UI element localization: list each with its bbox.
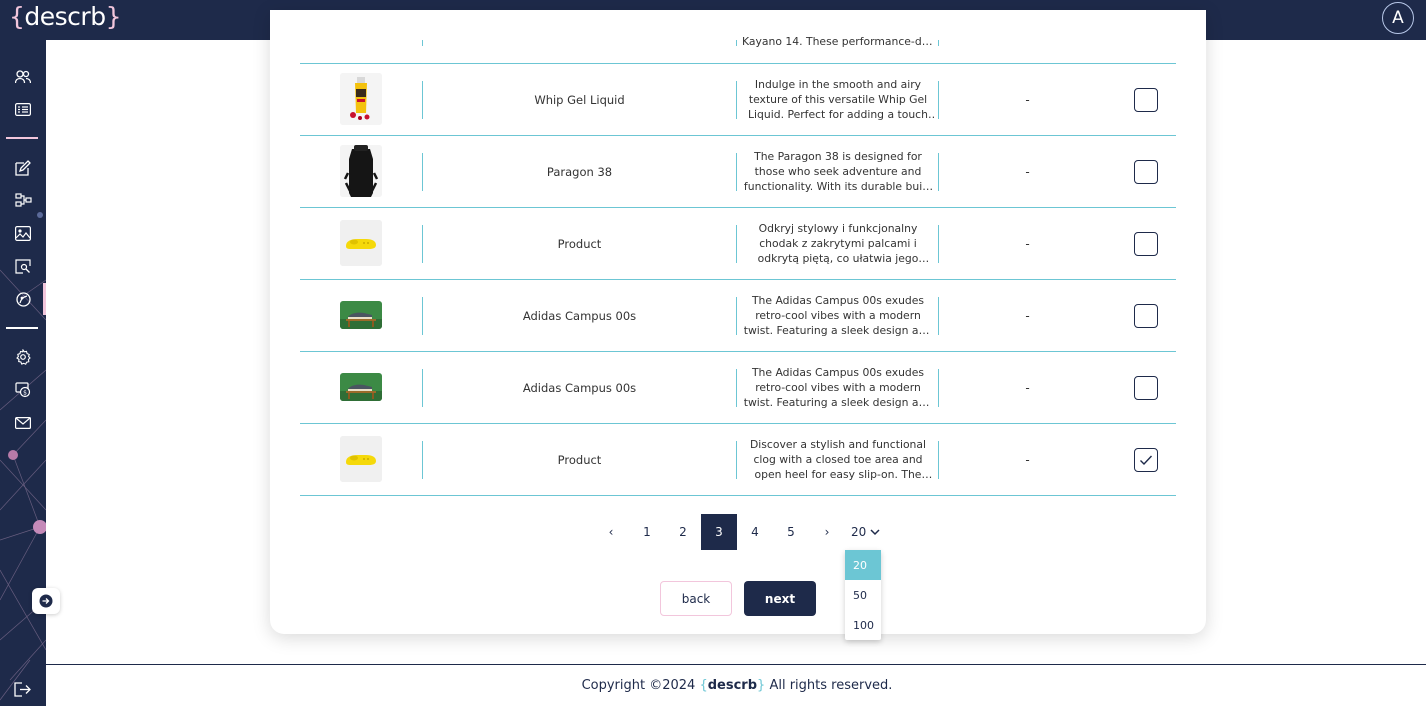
row-checkbox-checked[interactable]	[1134, 448, 1158, 472]
image-icon[interactable]	[12, 222, 34, 244]
product-status: -	[1025, 237, 1030, 251]
product-status: -	[1025, 453, 1030, 467]
page-size-option[interactable]: 20	[845, 550, 881, 580]
svg-text:$: $	[23, 390, 27, 397]
chevron-down-icon	[870, 528, 880, 535]
row-checkbox[interactable]	[1134, 88, 1158, 112]
prev-page-button[interactable]: ‹	[593, 514, 629, 550]
page-size-select[interactable]: 20	[851, 525, 880, 539]
page-button-current[interactable]: 3	[701, 514, 737, 550]
product-thumbnail	[340, 145, 382, 197]
row-checkbox[interactable]	[1134, 160, 1158, 184]
sidebar-active-indicator	[43, 283, 46, 315]
product-description: The Adidas Campus 00s exudes retro-cool …	[743, 294, 933, 337]
page-button[interactable]: 4	[737, 514, 773, 550]
product-description: Odkryj stylowy i funkcjonalny chodak z z…	[757, 222, 919, 265]
product-name: Whip Gel Liquid	[534, 93, 625, 107]
product-name: Adidas Campus 00s	[522, 381, 637, 395]
product-description: The Adidas Campus 00s exudes retro-cool …	[743, 366, 933, 409]
mail-icon[interactable]	[12, 412, 34, 434]
next-button[interactable]: next	[744, 581, 816, 616]
product-thumbnail	[340, 301, 382, 329]
product-description: Kayano 14. These performance-driv...	[742, 35, 934, 48]
product-thumbnail	[340, 373, 382, 401]
product-description: Discover a stylish and functional clog w…	[749, 438, 927, 481]
product-name: Adidas Campus 00s	[522, 309, 637, 323]
page-size-option[interactable]: 100	[845, 610, 881, 640]
product-status: -	[1025, 309, 1030, 323]
product-name: Paragon 38	[546, 165, 613, 179]
footer-brand: descrb	[707, 678, 758, 693]
user-avatar[interactable]: A	[1382, 2, 1414, 34]
product-description: Indulge in the smooth and airy texture o…	[748, 78, 928, 121]
row-checkbox[interactable]	[1134, 304, 1158, 328]
page-size-value: 20	[851, 525, 867, 539]
sidebar-divider	[6, 327, 38, 329]
table-row: Whip Gel Liquid Indulge in the smooth an…	[300, 64, 1176, 136]
row-checkbox[interactable]	[1134, 376, 1158, 400]
product-status: -	[1025, 93, 1030, 107]
app-logo[interactable]: {descrb}	[9, 2, 121, 31]
ai-icon[interactable]	[12, 288, 34, 310]
product-thumbnail	[340, 73, 382, 125]
product-status: -	[1025, 165, 1030, 179]
settings-icon[interactable]	[12, 346, 34, 368]
table-row: Product Odkryj stylowy i funkcjonalny ch…	[300, 208, 1176, 280]
table-row: Product Discover a stylish and functiona…	[300, 424, 1176, 496]
workflow-icon[interactable]	[12, 189, 34, 211]
page-size-option[interactable]: 50	[845, 580, 881, 610]
image-search-icon[interactable]	[12, 255, 34, 277]
next-page-button[interactable]: ›	[809, 514, 845, 550]
product-description: The Paragon 38 is designed for those who…	[743, 150, 933, 193]
edit-icon[interactable]	[12, 157, 34, 179]
page-size-dropdown: 20 50 100	[845, 550, 881, 640]
row-checkbox[interactable]	[1134, 232, 1158, 256]
pagination: ‹ 1 2 3 4 5 › 20	[593, 514, 880, 550]
page-button[interactable]: 1	[629, 514, 665, 550]
footer-copyright: Copyright ©2024	[581, 678, 700, 693]
product-name: Product	[557, 453, 602, 467]
product-thumbnail	[340, 436, 382, 482]
checkmark-icon	[1140, 455, 1153, 466]
back-button[interactable]: back	[660, 581, 732, 616]
footer-divider	[46, 664, 1426, 665]
users-icon[interactable]	[12, 66, 34, 88]
product-status: -	[1025, 381, 1030, 395]
footer: Copyright ©2024 {descrb} All rights rese…	[581, 678, 893, 693]
page-button[interactable]: 2	[665, 514, 701, 550]
table-row: Adidas Campus 00s The Adidas Campus 00s …	[300, 352, 1176, 424]
sidebar-divider	[6, 137, 38, 139]
table-row: Kayano 14. These performance-driv...	[300, 35, 1176, 64]
money-icon[interactable]: $	[12, 379, 34, 401]
product-thumbnail	[340, 220, 382, 266]
sidebar-expand-button[interactable]	[32, 588, 60, 614]
table-row: Adidas Campus 00s The Adidas Campus 00s …	[300, 280, 1176, 352]
page-button[interactable]: 5	[773, 514, 809, 550]
logout-icon[interactable]	[12, 678, 34, 700]
product-name: Product	[557, 237, 602, 251]
arrow-right-icon	[39, 594, 53, 608]
table-row: Paragon 38 The Paragon 38 is designed fo…	[300, 136, 1176, 208]
list-icon[interactable]	[12, 98, 34, 120]
